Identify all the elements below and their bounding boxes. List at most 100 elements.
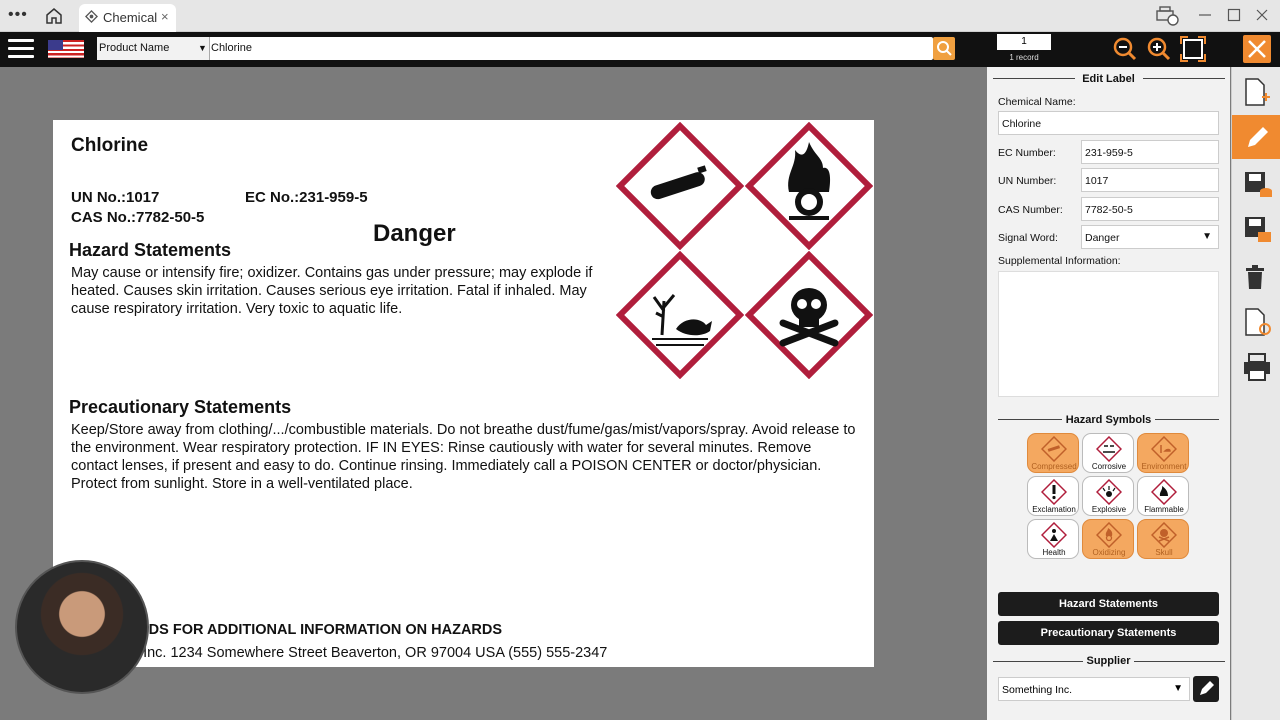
chevron-down-icon: ▼	[1173, 683, 1183, 694]
record-count-label: 1 record	[1009, 53, 1039, 62]
chemical-name-label: Chemical Name:	[998, 96, 1076, 108]
menu-dots-icon[interactable]: •••	[8, 6, 28, 24]
health-hazard-icon	[1041, 522, 1067, 548]
cas-number-input[interactable]: 7782-50-5	[1081, 197, 1219, 221]
symbol-label: Skull	[1155, 548, 1173, 557]
symbol-explosive[interactable]: Explosive	[1082, 476, 1134, 516]
oxidizing-pictogram-icon	[745, 122, 873, 250]
edit-label-panel: Edit Label Chemical Name: Chlorine EC Nu…	[987, 67, 1230, 720]
maximize-icon[interactable]	[1227, 8, 1241, 22]
document-settings-icon[interactable]	[1242, 307, 1272, 337]
skull-crossbones-pictogram-icon	[745, 251, 873, 379]
un-number-input[interactable]: 1017	[1081, 168, 1219, 192]
search-button[interactable]	[933, 37, 955, 60]
environment-pictogram-icon	[616, 251, 744, 379]
compressed-gas-pictogram-icon	[616, 122, 744, 250]
close-window-icon[interactable]	[1255, 8, 1269, 22]
pencil-icon	[1200, 681, 1214, 695]
symbol-label: Flammable	[1144, 505, 1184, 514]
main-toolbar: Product Name ▼ Chlorine	[0, 32, 1280, 67]
hazard-symbols-title: Hazard Symbols	[1065, 414, 1152, 426]
edit-mode-tab[interactable]	[1232, 115, 1280, 159]
edit-label-title: Edit Label	[1082, 73, 1135, 85]
tab-label: Chemical	[103, 10, 158, 25]
delete-icon[interactable]	[1242, 262, 1268, 290]
symbol-corrosive[interactable]: Corrosive	[1082, 433, 1134, 473]
symbol-health[interactable]: Health	[1027, 519, 1079, 559]
search-icon	[937, 41, 952, 56]
zoom-in-icon[interactable]	[1147, 37, 1171, 61]
pencil-edit-icon	[1248, 127, 1268, 147]
symbol-label: Compressed	[1031, 462, 1077, 471]
hazard-statements-text: May cause or intensify fire; oxidizer. C…	[71, 265, 593, 317]
supplier-address: g Inc. 1234 Somewhere Street Beaverton, …	[131, 645, 608, 661]
dropdown-arrow-icon[interactable]: ▼	[198, 43, 207, 53]
right-action-bar	[1231, 67, 1280, 720]
title-bar: ••• Chemical ×	[0, 0, 1280, 32]
exclamation-icon	[1041, 479, 1067, 505]
save-image-icon[interactable]	[1242, 214, 1272, 244]
symbol-compressed[interactable]: Compressed	[1027, 433, 1079, 473]
tab-close-icon[interactable]: ×	[161, 9, 169, 24]
printer-settings-icon[interactable]	[1155, 5, 1179, 27]
symbol-label: Corrosive	[1091, 462, 1127, 471]
label-signal-word: Danger	[373, 220, 456, 247]
signal-word-label: Signal Word:	[998, 232, 1058, 244]
tab-chemical[interactable]: Chemical ×	[79, 4, 176, 32]
label-un-number: UN No.:1017	[71, 189, 160, 206]
signal-word-select[interactable]: Danger ▼	[1081, 225, 1219, 249]
label-chemical-name: Chlorine	[71, 135, 149, 156]
signal-word-value: Danger	[1085, 232, 1120, 244]
hamburger-menu-icon[interactable]	[8, 39, 34, 59]
symbol-label: Oxidizing	[1092, 548, 1126, 557]
search-field-select[interactable]: Product Name	[97, 37, 210, 60]
search-field-label: Product Name	[99, 42, 170, 54]
chevron-down-icon: ▼	[1202, 231, 1212, 242]
skull-icon	[1151, 522, 1177, 548]
environment-icon	[1151, 436, 1177, 462]
symbol-label: Explosive	[1091, 505, 1127, 514]
close-record-button[interactable]	[1243, 35, 1271, 63]
hazard-statements-heading: Hazard Statements	[69, 240, 232, 260]
label-ec-number: EC No.:231-959-5	[245, 189, 368, 206]
supplier-select[interactable]: Something Inc. ▼	[998, 677, 1190, 701]
presenter-webcam	[15, 560, 149, 694]
compressed-gas-icon	[1041, 436, 1067, 462]
precautionary-statements-button[interactable]: Precautionary Statements	[998, 621, 1219, 645]
ec-number-label: EC Number:	[998, 147, 1056, 159]
supplemental-info-textarea[interactable]	[998, 271, 1219, 397]
supplier-value: Something Inc.	[1002, 684, 1073, 696]
search-bar[interactable]: Product Name ▼ Chlorine	[97, 37, 933, 60]
symbol-exclamation[interactable]: Exclamation	[1027, 476, 1079, 516]
symbol-oxidizing[interactable]: Oxidizing	[1082, 519, 1134, 559]
edit-supplier-button[interactable]	[1193, 676, 1219, 702]
label-preview: Chlorine UN No.:1017 EC No.:231-959-5 CA…	[53, 120, 874, 667]
home-icon[interactable]	[44, 6, 64, 26]
oxidizing-icon	[1096, 522, 1122, 548]
precautionary-statements-heading: Precautionary Statements	[69, 397, 292, 417]
print-icon[interactable]	[1242, 352, 1272, 382]
diamond-icon	[85, 10, 98, 23]
supplier-title: Supplier	[1086, 655, 1131, 667]
zoom-out-icon[interactable]	[1113, 37, 1137, 61]
ec-number-input[interactable]: 231-959-5	[1081, 140, 1219, 164]
chemical-name-input[interactable]: Chlorine	[998, 111, 1219, 135]
us-flag-icon[interactable]	[48, 40, 84, 58]
record-number-input[interactable]: 1	[997, 34, 1051, 50]
symbol-environment[interactable]: Environment	[1137, 433, 1189, 473]
search-input[interactable]: Chlorine	[211, 42, 252, 54]
hazard-statements-button[interactable]: Hazard Statements	[998, 592, 1219, 616]
symbol-skull[interactable]: Skull	[1137, 519, 1189, 559]
symbol-label: Exclamation	[1032, 505, 1076, 514]
close-icon	[1248, 40, 1266, 58]
cas-number-label: CAS Number:	[998, 204, 1063, 216]
sds-notice: SDS FOR ADDITIONAL INFORMATION ON HAZARD…	[139, 622, 503, 638]
fit-to-screen-icon[interactable]	[1180, 36, 1206, 62]
save-database-icon[interactable]	[1242, 169, 1272, 199]
symbol-label: Environment	[1141, 462, 1187, 471]
symbol-flammable[interactable]: Flammable	[1137, 476, 1189, 516]
corrosive-icon	[1096, 436, 1122, 462]
minimize-icon[interactable]	[1198, 8, 1212, 22]
un-number-label: UN Number:	[998, 175, 1057, 187]
new-document-icon[interactable]	[1242, 77, 1270, 107]
